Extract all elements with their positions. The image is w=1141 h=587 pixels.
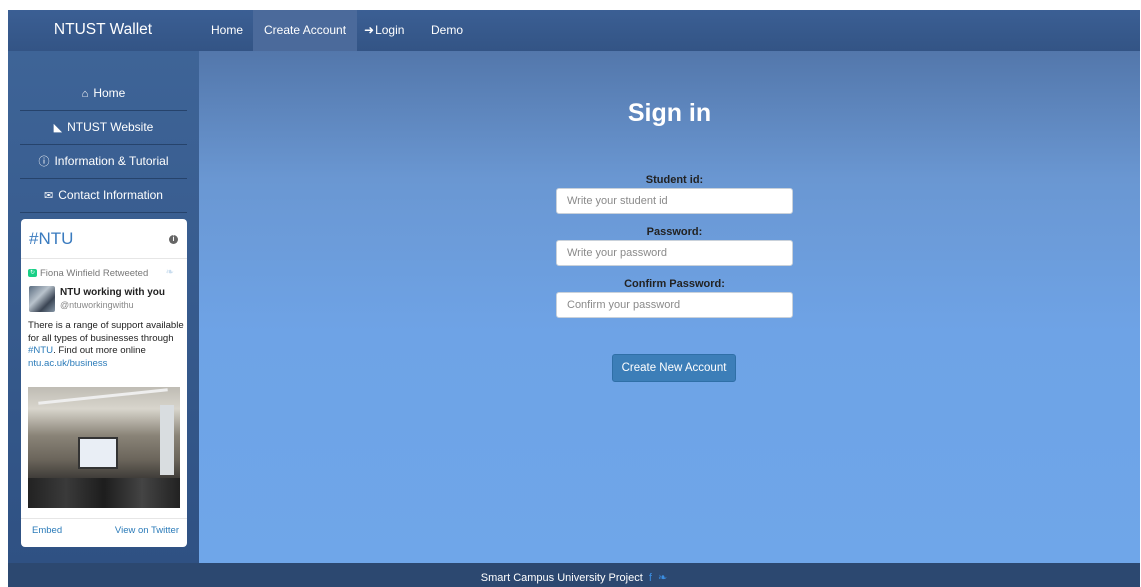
- home-icon: ⌂: [81, 88, 89, 100]
- tweet-text-part: There is a range of support available fo…: [28, 320, 184, 344]
- confirm-password-input[interactable]: [556, 292, 793, 318]
- retweet-line: ↻ Fiona Winfield Retweeted: [28, 268, 148, 279]
- sidebar-item-label: Contact Information: [58, 188, 163, 202]
- brand-title[interactable]: NTUST Wallet: [8, 10, 198, 51]
- password-input[interactable]: [556, 240, 793, 266]
- student-id-input[interactable]: [556, 188, 793, 214]
- sidebar-item-label: Information & Tutorial: [54, 154, 169, 168]
- view-on-twitter-link[interactable]: View on Twitter: [115, 525, 179, 536]
- create-account-button[interactable]: Create New Account: [612, 354, 736, 382]
- nav-home[interactable]: Home: [200, 10, 254, 51]
- sidebar-item-information-tutorial[interactable]: ⓘ Information & Tutorial: [20, 145, 187, 179]
- twitter-icon[interactable]: ❧: [658, 572, 667, 584]
- retweet-icon: ↻: [28, 269, 37, 278]
- tweet-photo[interactable]: [28, 387, 180, 508]
- twitter-bird-icon[interactable]: ❧: [166, 267, 174, 278]
- top-navbar: NTUST Wallet Home Create Account ➜Login …: [8, 10, 1140, 51]
- footer-text: Smart Campus University Project: [480, 572, 643, 584]
- retweet-by[interactable]: Fiona Winfield Retweeted: [40, 268, 148, 279]
- sidebar-item-label: NTUST Website: [67, 120, 154, 134]
- tweet-author-name[interactable]: NTU working with you: [60, 287, 165, 298]
- password-label: Password:: [646, 226, 703, 238]
- sidebar: ⌂ Home ◣ NTUST Website ⓘ Information & Tuto…: [8, 51, 199, 563]
- sidebar-item-home[interactable]: ⌂ Home: [20, 77, 187, 111]
- graduation-cap-icon: ◣: [53, 122, 63, 134]
- sidebar-item-contact-information[interactable]: ✉ Contact Information: [20, 179, 187, 213]
- confirm-password-label: Confirm Password:: [624, 278, 725, 290]
- embed-link[interactable]: Embed: [32, 525, 62, 536]
- nav-demo[interactable]: Demo: [420, 10, 474, 51]
- page-title: Sign in: [627, 99, 712, 127]
- widget-hashtag-title[interactable]: #NTU: [29, 229, 73, 249]
- hashtag-link[interactable]: #NTU: [28, 345, 53, 356]
- avatar[interactable]: [29, 286, 55, 312]
- student-id-label: Student id:: [645, 174, 704, 186]
- tweet-author-handle[interactable]: @ntuworkingwithu: [60, 300, 134, 310]
- envelope-icon: ✉: [44, 190, 54, 202]
- url-link[interactable]: ntu.ac.uk/business: [28, 358, 107, 369]
- tweet-text: There is a range of support available fo…: [28, 320, 186, 370]
- nav-login[interactable]: ➜Login: [353, 10, 415, 51]
- nav-create-account[interactable]: Create Account: [253, 10, 358, 51]
- twitter-widget: #NTU i ↻ Fiona Winfield Retweeted ❧ NTU w…: [21, 219, 187, 547]
- nav-login-label: Login: [375, 23, 405, 37]
- divider: [21, 258, 187, 259]
- main-content: Sign in Student id: Password: Confirm Pa…: [199, 51, 1140, 563]
- tweet-text-part: . Find out more online: [53, 345, 146, 356]
- sidebar-item-label: Home: [93, 86, 126, 100]
- facebook-icon[interactable]: f: [649, 572, 652, 584]
- footer: Smart Campus University Project f ❧: [8, 563, 1140, 587]
- info-icon[interactable]: i: [169, 235, 178, 244]
- login-icon: ➜: [364, 23, 375, 37]
- sidebar-item-ntust-website[interactable]: ◣ NTUST Website: [20, 111, 187, 145]
- app-frame: NTUST Wallet Home Create Account ➜Login …: [8, 10, 1140, 587]
- divider: [21, 518, 187, 519]
- info-icon: ⓘ: [38, 156, 50, 168]
